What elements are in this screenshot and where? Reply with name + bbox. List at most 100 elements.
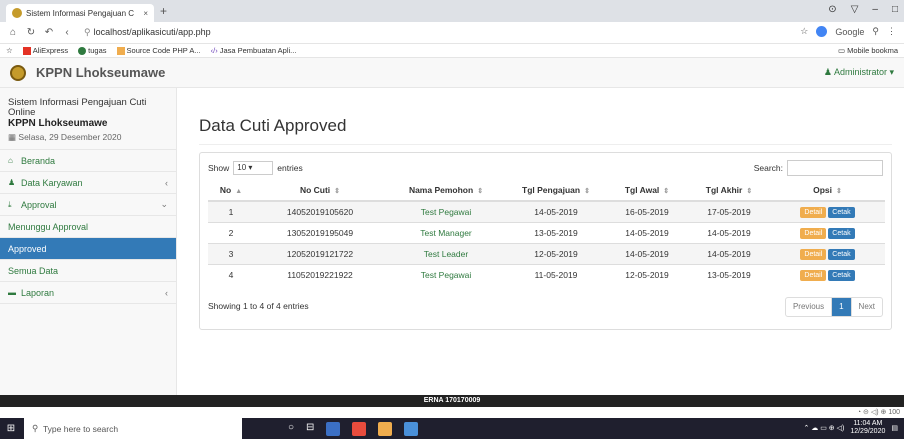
- cell-no: 4: [208, 263, 254, 285]
- mobile-bookmarks[interactable]: ▭ Mobile bookma: [838, 46, 898, 55]
- zoom-controls[interactable]: ◔ ⊝ ◁) ⊕ 100: [857, 408, 900, 416]
- user-menu[interactable]: ♟ Administrator ▾: [824, 67, 894, 78]
- next-page-button[interactable]: Next: [850, 298, 882, 316]
- new-tab-icon[interactable]: +: [160, 4, 167, 18]
- sort-asc-icon: ▲: [235, 188, 243, 195]
- aliexpress-icon: [22, 47, 31, 55]
- minimize-icon[interactable]: –: [872, 4, 878, 15]
- page-1-button[interactable]: 1: [831, 298, 851, 316]
- app-icon[interactable]: [352, 421, 367, 436]
- col-tgl-akhir[interactable]: Tgl Akhir ⇕: [688, 180, 770, 202]
- table-header-row: No ▲ No Cuti ⇕ Nama Pemohon ⇕ Tgl Pengajuan…: [208, 180, 885, 202]
- cell-no-cuti: 11052019221922: [254, 263, 386, 285]
- entries-length: Show 10 ▾ entries: [208, 161, 303, 175]
- tugas-icon: [78, 47, 87, 55]
- undo-icon[interactable]: ↶: [42, 27, 56, 38]
- bookmark-label: tugas: [88, 45, 107, 55]
- col-tgl-pengajuan[interactable]: Tgl Pengajuan ⇕: [506, 180, 606, 202]
- sidebar-item-approval[interactable]: ⤓ Approval ⌄: [0, 194, 176, 216]
- table-info: Showing 1 to 4 of 4 entries: [208, 301, 309, 311]
- tray-icons[interactable]: ⌃ ☁ ▭ ⊕ ◁): [803, 424, 844, 432]
- windows-start-icon[interactable]: ⊞: [0, 418, 22, 439]
- pagination: Previous 1 Next: [784, 297, 883, 317]
- close-tab-icon[interactable]: ×: [143, 9, 148, 18]
- cetak-button[interactable]: Cetak: [828, 206, 855, 218]
- brand-title[interactable]: KPPN Lhokseumawe: [36, 65, 165, 80]
- store-icon[interactable]: [404, 421, 419, 436]
- media-icon[interactable]: ⊙: [828, 4, 836, 15]
- col-tgl-awal[interactable]: Tgl Awal ⇕: [606, 180, 688, 202]
- mobile-bookmarks-label: Mobile bookma: [847, 46, 898, 55]
- col-opsi[interactable]: Opsi ⇕: [770, 180, 885, 202]
- system-tray: ⌃ ☁ ▭ ⊕ ◁) 11:04 AM 12/29/2020 ▤: [803, 420, 898, 436]
- browser-tab[interactable]: Sistem Informasi Pengajuan C ×: [6, 4, 154, 22]
- cortana-icon[interactable]: ○: [288, 422, 294, 436]
- search-label: Search:: [753, 163, 783, 173]
- entries-select[interactable]: 10 ▾: [233, 161, 274, 175]
- sidebar-subitem-approved[interactable]: Approved: [0, 238, 176, 260]
- cell-nama: Test Leader: [386, 242, 506, 264]
- file-explorer-icon[interactable]: [326, 421, 341, 436]
- table-row: 1 14052019105620 Test Pegawai 14-05-2019…: [208, 200, 885, 222]
- clock[interactable]: 11:04 AM 12/29/2020: [850, 420, 885, 436]
- users-icon: ♟: [8, 178, 16, 187]
- browser-tabbar: Sistem Informasi Pengajuan C × + ⊙ ▽ – □: [0, 0, 904, 22]
- sidebar-subitem-menunggu[interactable]: Menunggu Approval: [0, 216, 176, 238]
- col-no[interactable]: No ▲: [208, 180, 254, 202]
- calendar-icon: ▦: [8, 132, 19, 142]
- notification-icon[interactable]: ▤: [891, 424, 898, 432]
- cell-no: 2: [208, 221, 254, 243]
- search-input[interactable]: [787, 160, 883, 176]
- cetak-button[interactable]: Cetak: [828, 248, 855, 260]
- browser-app-icon[interactable]: [378, 421, 393, 436]
- search-engine[interactable]: Google: [835, 27, 864, 37]
- cell-tgl-akhir: 14-05-2019: [688, 242, 770, 264]
- maximize-icon[interactable]: □: [892, 4, 898, 15]
- search-icon[interactable]: ⚲: [872, 26, 879, 37]
- detail-button[interactable]: Detail: [800, 269, 827, 281]
- sidebar-item-laporan[interactable]: ▬ Laporan ‹: [0, 282, 176, 304]
- detail-button[interactable]: Detail: [800, 227, 827, 239]
- task-view-icon[interactable]: ⊟: [306, 422, 314, 436]
- cell-no-cuti: 12052019121722: [254, 242, 386, 264]
- url-field[interactable]: ⚲ localhost/aplikasicuti/app.php: [84, 27, 211, 38]
- taskbar-search[interactable]: ⚲ Type here to search: [24, 418, 242, 439]
- detail-button[interactable]: Detail: [800, 206, 827, 218]
- bookmark-source-code[interactable]: Source Code PHP A...: [116, 46, 201, 55]
- bookmark-tugas[interactable]: tugas: [78, 45, 107, 55]
- col-nama[interactable]: Nama Pemohon ⇕: [386, 180, 506, 202]
- star-icon[interactable]: ☆: [800, 26, 808, 37]
- bookmark-aliexpress[interactable]: AliExpress: [22, 46, 68, 55]
- browser-status-bar: ◔ ⊝ ◁) ⊕ 100: [0, 407, 904, 418]
- sort-icon: ⇕: [584, 188, 590, 195]
- sidebar: Sistem Informasi Pengajuan Cuti Online K…: [0, 88, 177, 395]
- detail-button[interactable]: Detail: [800, 248, 827, 260]
- sort-icon: ⇕: [746, 188, 753, 195]
- sidebar-subitem-semua-data[interactable]: Semua Data: [0, 260, 176, 282]
- cetak-button[interactable]: Cetak: [828, 269, 855, 281]
- previous-page-button[interactable]: Previous: [786, 298, 831, 316]
- cell-tgl-awal: 14-05-2019: [606, 242, 688, 264]
- shield-icon[interactable]: ▽: [851, 4, 859, 15]
- home-icon[interactable]: ⌂: [6, 27, 20, 38]
- sidebar-item-data-karyawan[interactable]: ♟ Data Karyawan ‹: [0, 172, 176, 194]
- bookmark-jasa[interactable]: ‹/› Jasa Pembuatan Apli...: [211, 46, 297, 55]
- reload-icon[interactable]: ↻: [24, 27, 38, 38]
- home-icon: ⌂: [8, 156, 13, 165]
- page-footer: ERNA 170170009: [0, 395, 904, 407]
- cell-tgl-awal: 16-05-2019: [606, 200, 688, 222]
- cell-tgl-akhir: 13-05-2019: [688, 263, 770, 285]
- col-no-cuti[interactable]: No Cuti ⇕: [254, 180, 386, 202]
- bookmark-star-icon[interactable]: ☆: [6, 46, 13, 55]
- cell-tgl-pengajuan: 14-05-2019: [506, 200, 606, 222]
- sort-icon: ⇕: [477, 188, 484, 195]
- google-icon[interactable]: [816, 26, 828, 37]
- sidebar-item-label: Data Karyawan: [21, 177, 83, 188]
- sidebar-item-beranda[interactable]: ⌂ Beranda: [0, 150, 176, 172]
- cell-tgl-pengajuan: 13-05-2019: [506, 221, 606, 243]
- cell-tgl-pengajuan: 11-05-2019: [506, 263, 606, 285]
- menu-icon[interactable]: ⋮: [887, 26, 896, 37]
- cetak-button[interactable]: Cetak: [828, 227, 855, 239]
- back-icon[interactable]: ‹: [60, 27, 74, 38]
- user-name: Administrator: [833, 67, 887, 77]
